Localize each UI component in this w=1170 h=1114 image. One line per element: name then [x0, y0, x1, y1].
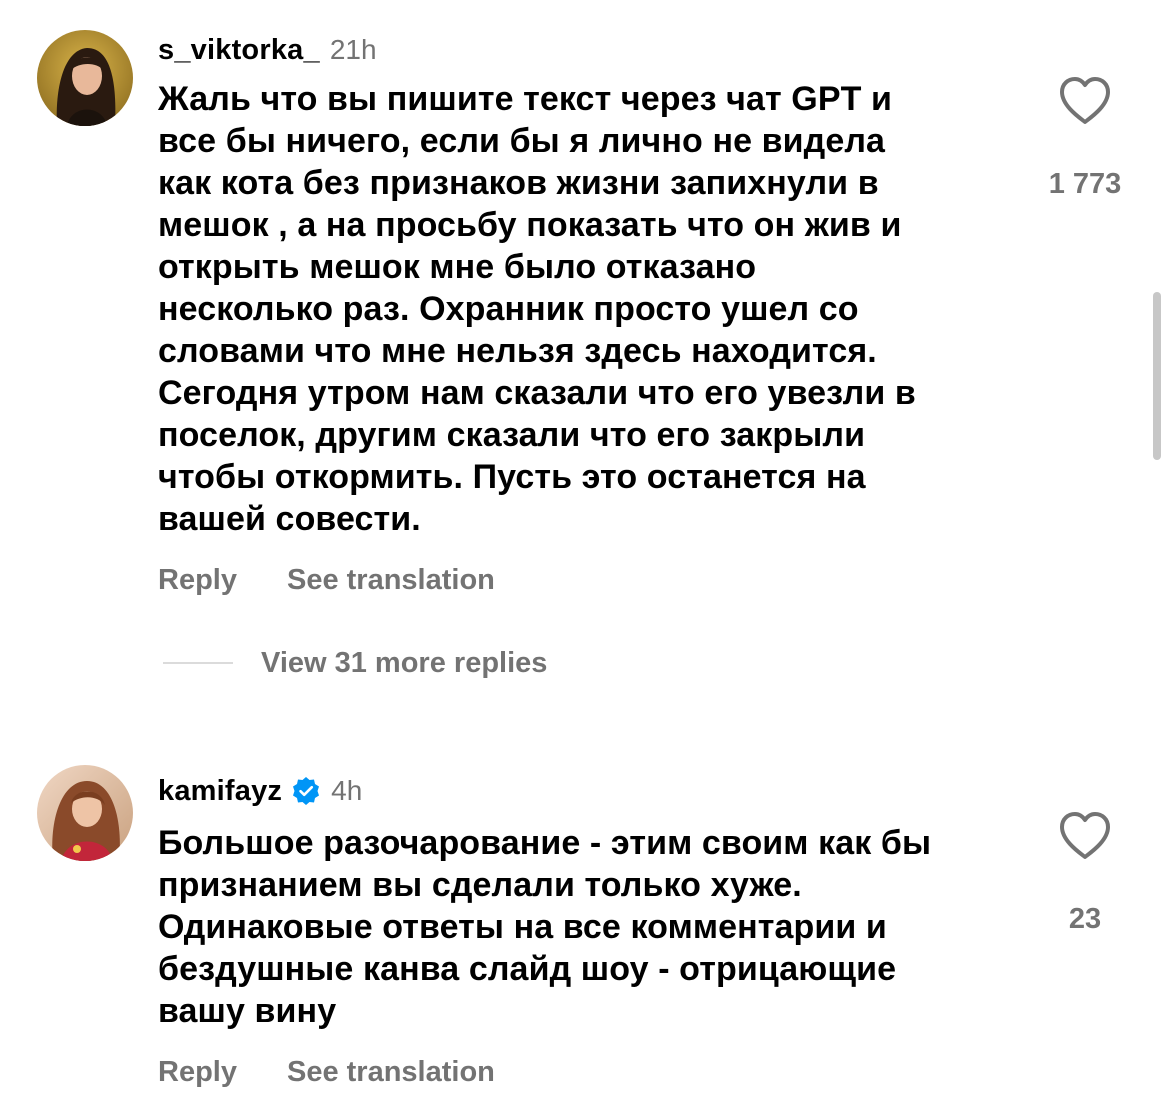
scrollbar[interactable]	[1153, 292, 1161, 460]
view-more-replies-button[interactable]: View 31 more replies	[261, 647, 547, 680]
like-count: 23	[1068, 903, 1102, 935]
comment-header: kamifayz 4h	[158, 773, 362, 809]
username[interactable]: kamifayz	[158, 775, 282, 808]
avatar[interactable]	[37, 765, 133, 861]
heart-outline-icon[interactable]	[1058, 811, 1112, 861]
timestamp: 21h	[329, 34, 377, 65]
reply-button[interactable]: Reply	[158, 564, 237, 597]
see-translation-button[interactable]: See translation	[287, 564, 495, 597]
see-translation-button[interactable]: See translation	[287, 1056, 495, 1089]
username[interactable]: s_viktorka_	[158, 34, 320, 67]
comment-actions: Reply See translation	[158, 1052, 495, 1092]
view-replies[interactable]: View 31 more replies	[158, 643, 547, 683]
replies-divider	[163, 662, 233, 664]
comment-text: Жаль что вы пишите текст через чат GPT и…	[158, 80, 916, 538]
verified-badge-icon	[291, 776, 321, 806]
comment-text: Большое разочарование - этим своим как б…	[158, 824, 932, 1030]
like-count: 1 773	[1048, 168, 1122, 200]
reply-button[interactable]: Reply	[158, 1056, 237, 1089]
like-control: 1 773	[1040, 76, 1130, 201]
heart-outline-icon[interactable]	[1058, 76, 1112, 126]
like-control: 23	[1040, 811, 1130, 936]
comment-actions: Reply See translation	[158, 560, 495, 600]
avatar[interactable]	[37, 30, 133, 126]
timestamp: 4h	[331, 775, 363, 806]
comment-header: s_viktorka_ 21h	[158, 32, 377, 68]
